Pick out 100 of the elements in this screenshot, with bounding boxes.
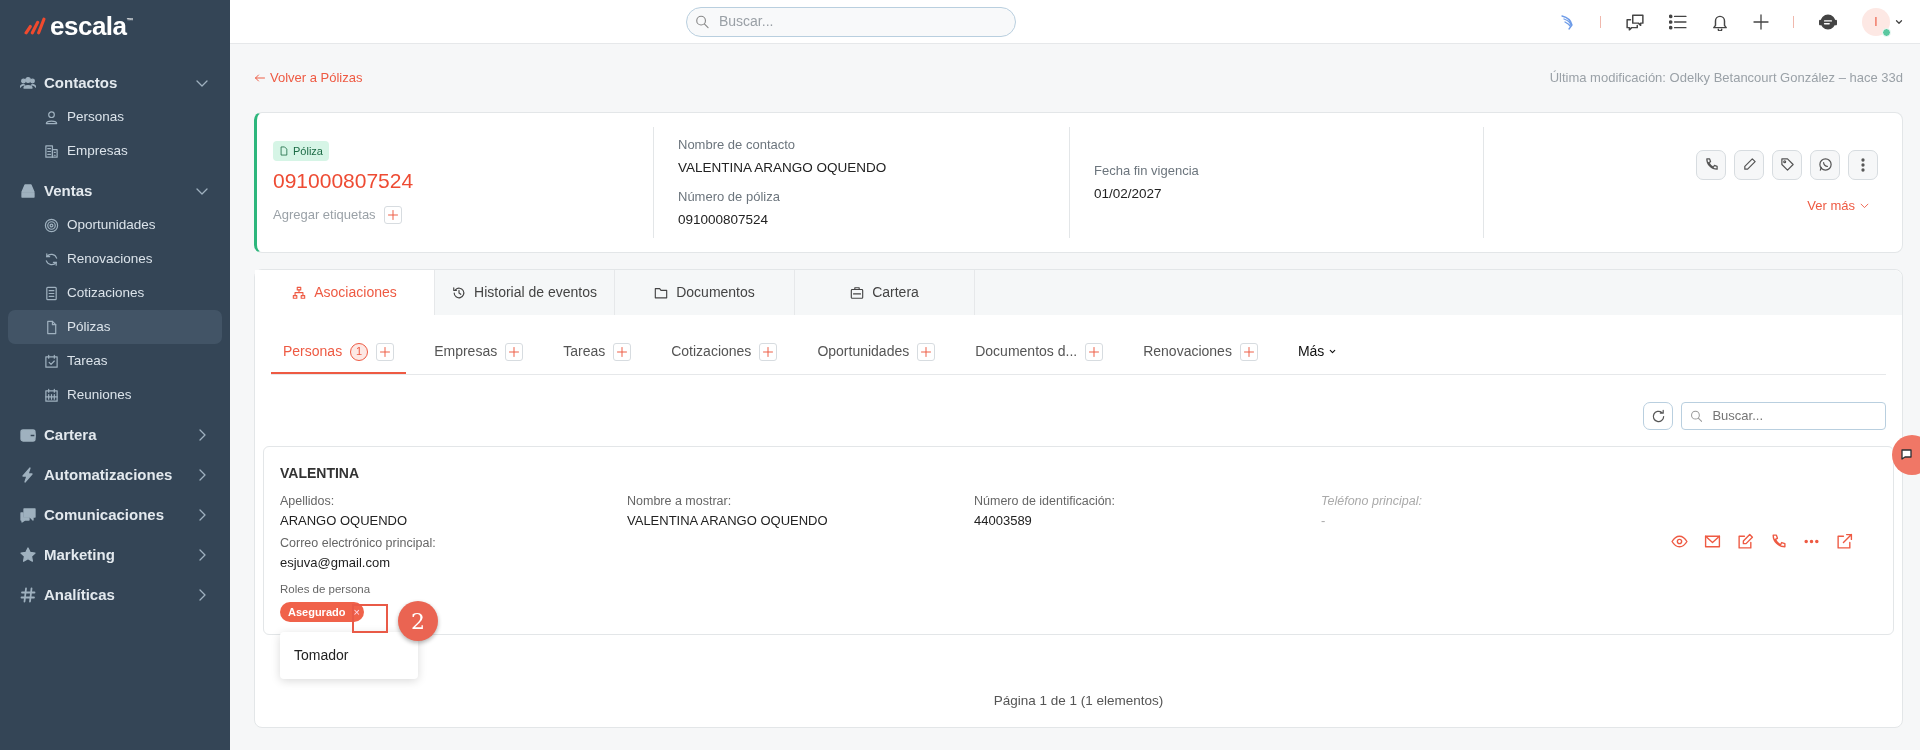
- subtab[interactable]: Renovaciones: [1143, 341, 1232, 362]
- plus-icon: [379, 345, 392, 358]
- subtab[interactable]: Oportunidades: [817, 341, 910, 362]
- logo: escala$^{™}$: [50, 9, 134, 43]
- field-value: ARANGO OQUENDO: [280, 511, 409, 530]
- field-value: esjuva@gmail.com: [280, 554, 390, 572]
- tab[interactable]: Documentos: [615, 270, 795, 315]
- history-icon: [452, 285, 466, 300]
- field-label: Correo electrónico principal:: [280, 535, 436, 553]
- field-label: Nombre a mostrar:: [627, 493, 733, 510]
- sidebar-section[interactable]: Ventas: [0, 174, 230, 208]
- field-label: Nombre de contacto: [678, 135, 797, 154]
- add-button[interactable]: [759, 342, 778, 361]
- calendar-check-icon: [44, 353, 59, 369]
- refresh-button[interactable]: [1643, 402, 1673, 430]
- search-field[interactable]: Buscar...: [1681, 402, 1886, 430]
- caret-icon: [1328, 347, 1338, 356]
- chat-icon: [20, 507, 36, 523]
- item-label: Pólizas: [67, 317, 111, 336]
- logo-stripes-icon: [24, 17, 46, 35]
- pencil-button[interactable]: [1734, 149, 1764, 180]
- last-modified-text: Última modificación: Odelky Betancourt González – hace 33d: [1549, 69, 1903, 88]
- envelope-icon[interactable]: [1704, 533, 1721, 550]
- subtab[interactable]: Documentos d...: [975, 341, 1078, 362]
- eye-icon[interactable]: [1671, 533, 1688, 550]
- section-label: Ventas: [44, 180, 94, 201]
- messages-icon[interactable]: [1625, 12, 1645, 31]
- refresh-icon: [1650, 408, 1666, 424]
- add-button[interactable]: [917, 342, 936, 361]
- subtab[interactable]: Empresas: [434, 341, 498, 362]
- role-tag: Asegurado ×: [280, 601, 364, 623]
- tab[interactable]: Cartera: [795, 270, 975, 315]
- sidebar-section[interactable]: Automatizaciones: [0, 458, 230, 492]
- plus-icon: [508, 345, 521, 358]
- building-icon: [44, 143, 59, 159]
- section-label: Automatizaciones: [44, 464, 174, 485]
- menu-item[interactable]: Tomador: [280, 638, 418, 673]
- add-button[interactable]: [613, 342, 632, 361]
- section-label: Contactos: [44, 72, 119, 93]
- sidebar-item[interactable]: Empresas: [8, 134, 222, 168]
- edit-icon[interactable]: [1737, 533, 1754, 550]
- sidebar-item[interactable]: Renovaciones: [8, 242, 222, 276]
- sidebar-item[interactable]: Cotizaciones: [8, 276, 222, 310]
- external-link-icon[interactable]: [1836, 533, 1853, 550]
- tab[interactable]: Historial de eventos: [435, 270, 615, 315]
- subtab[interactable]: Tareas: [563, 341, 606, 362]
- sidebar-section[interactable]: Marketing: [0, 538, 230, 572]
- add-button[interactable]: [505, 342, 524, 361]
- tag-button[interactable]: [1772, 149, 1802, 180]
- folder-icon: [654, 285, 669, 300]
- sidebar-item[interactable]: Tareas: [8, 344, 222, 378]
- star-icon: [20, 547, 36, 563]
- sidebar-item[interactable]: Pólizas: [8, 310, 222, 344]
- more-dropdown[interactable]: Más: [1285, 331, 1350, 374]
- pencil-icon: [1741, 157, 1757, 173]
- sidebar-item[interactable]: Reuniones: [8, 378, 222, 412]
- sidebar-item[interactable]: Personas: [8, 100, 222, 134]
- phone-icon: [1703, 157, 1719, 173]
- subtab[interactable]: Personas: [283, 341, 343, 362]
- search-input[interactable]: Buscar...: [716, 10, 1007, 33]
- item-label: Reuniones: [67, 385, 132, 404]
- phone-icon[interactable]: [1770, 533, 1787, 550]
- target-icon: [44, 217, 59, 233]
- subtab[interactable]: Cotizaciones: [671, 341, 752, 362]
- plus-icon[interactable]: [1753, 13, 1769, 30]
- more-vertical-button[interactable]: [1848, 149, 1878, 180]
- plus-icon: [1088, 345, 1101, 358]
- tag-icon: [1779, 157, 1795, 173]
- tab[interactable]: Asociaciones: [255, 270, 435, 315]
- document-icon: [44, 319, 59, 335]
- field-label: Fecha fin vigencia: [1094, 161, 1200, 180]
- plus-icon: [1242, 345, 1255, 358]
- sidebar-section[interactable]: Cartera: [0, 418, 230, 452]
- person-icon: [44, 109, 59, 125]
- search-icon: [695, 14, 709, 29]
- field-label: Número de póliza: [678, 187, 781, 206]
- section-label: Cartera: [44, 424, 98, 445]
- item-label: Cotizaciones: [67, 283, 145, 302]
- add-tag-button[interactable]: [383, 205, 402, 224]
- add-button[interactable]: [1085, 342, 1104, 361]
- field-value: -: [1321, 511, 1327, 530]
- hash-icon: [20, 587, 36, 603]
- search-field[interactable]: Buscar...: [686, 6, 1016, 37]
- sidebar-section[interactable]: Analíticas: [0, 578, 230, 612]
- sidebar-section[interactable]: Comunicaciones: [0, 498, 230, 532]
- phone-button[interactable]: [1696, 149, 1726, 180]
- list-icon[interactable]: [1669, 12, 1687, 31]
- field-value: 091000807524: [678, 211, 770, 229]
- section-label: Analíticas: [44, 584, 116, 605]
- search-icon: [1690, 409, 1703, 423]
- more-vertical-icon: [1861, 157, 1865, 172]
- add-button[interactable]: [376, 342, 395, 361]
- whatsapp-button[interactable]: [1810, 149, 1840, 180]
- support-chat-icon[interactable]: [1818, 12, 1838, 31]
- sidebar-section[interactable]: Contactos: [0, 66, 230, 100]
- add-button[interactable]: [1239, 342, 1258, 361]
- see-more-link[interactable]: Ver más: [1807, 195, 1870, 216]
- sidebar-item[interactable]: Oportunidades: [8, 208, 222, 242]
- field-label: Teléfono principal:: [1321, 493, 1423, 510]
- briefcase-icon: [850, 285, 865, 300]
